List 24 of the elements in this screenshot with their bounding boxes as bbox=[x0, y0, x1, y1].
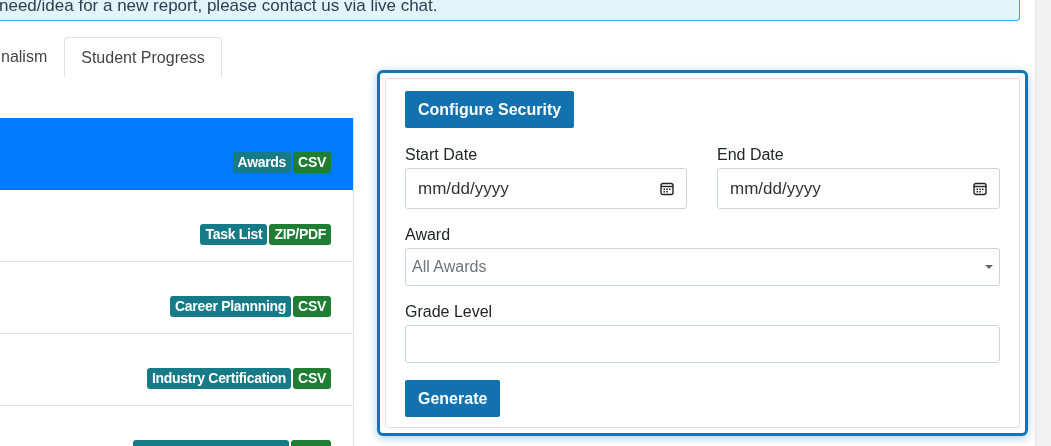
format-tag: CSV bbox=[293, 296, 331, 317]
grade-level-field[interactable] bbox=[405, 325, 1000, 363]
category-tag: Awards bbox=[232, 152, 292, 173]
calendar-icon[interactable] bbox=[660, 181, 674, 196]
report-list-item[interactable]: Awards CSV bbox=[0, 118, 353, 190]
format-tag: ZIP/PDF bbox=[269, 224, 331, 245]
category-tag: Task List bbox=[200, 224, 268, 245]
generate-button[interactable]: Generate bbox=[405, 380, 501, 417]
award-select[interactable]: All Awards bbox=[405, 248, 1000, 286]
tab[interactable]: Student Progress bbox=[64, 37, 222, 77]
category-tag: Industry Certification bbox=[146, 368, 292, 389]
date-field[interactable]: mm/dd/yyyy bbox=[405, 168, 687, 209]
format-tag: CSV bbox=[293, 368, 331, 389]
date-field[interactable]: mm/dd/yyyy bbox=[717, 168, 1000, 209]
field-label: End Date bbox=[717, 145, 785, 165]
calendar-icon[interactable] bbox=[973, 181, 987, 196]
field-label: Start Date bbox=[405, 145, 479, 165]
tab[interactable]: nalism bbox=[0, 37, 65, 77]
configure-security-button[interactable]: Configure Security bbox=[405, 91, 575, 128]
field-label: Grade Level bbox=[405, 302, 494, 322]
category-tag: Career Plannning bbox=[170, 296, 292, 317]
caret-icon bbox=[985, 265, 993, 269]
field-label: Award bbox=[405, 225, 452, 245]
format-tag: CSV bbox=[293, 152, 331, 173]
